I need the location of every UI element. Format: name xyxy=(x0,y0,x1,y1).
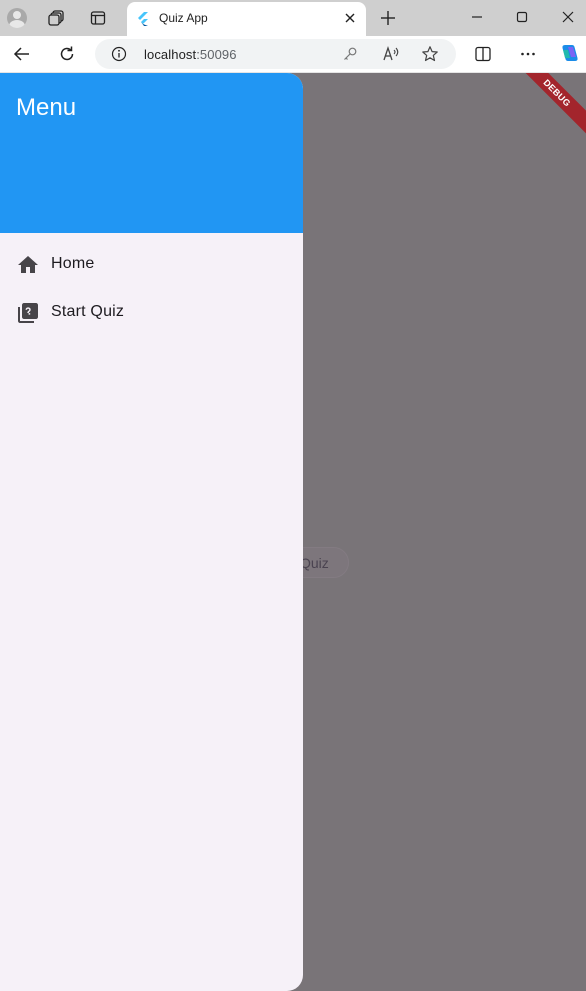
minimize-icon xyxy=(472,16,482,18)
new-tab-button[interactable] xyxy=(377,7,399,29)
drawer-item-label: Home xyxy=(51,255,95,272)
drawer-item-home[interactable]: Home xyxy=(0,241,303,289)
copilot-icon xyxy=(562,45,578,61)
browser-tab-bar: Quiz App xyxy=(0,0,586,36)
background-button-label: Quiz xyxy=(300,555,329,571)
home-icon xyxy=(16,253,40,277)
split-screen-button[interactable] xyxy=(472,43,494,65)
key-icon[interactable] xyxy=(342,46,358,67)
app-viewport: Quiz DEBUG Menu Home Start Quiz xyxy=(0,73,586,991)
workspaces-icon[interactable] xyxy=(46,7,68,29)
url-text[interactable]: localhost:50096 xyxy=(144,47,237,62)
close-icon xyxy=(562,11,574,23)
plus-icon xyxy=(381,11,395,25)
tab-actions-icon[interactable] xyxy=(87,7,109,29)
profile-avatar-icon[interactable] xyxy=(7,8,27,28)
debug-banner: DEBUG xyxy=(512,73,586,138)
drawer-header: Menu xyxy=(0,73,303,233)
drawer-title: Menu xyxy=(16,94,77,121)
browser-toolbar: localhost:50096 xyxy=(0,36,586,73)
flutter-icon xyxy=(136,11,150,32)
split-screen-icon xyxy=(475,46,491,62)
navigation-drawer: Menu Home Start Quiz xyxy=(0,73,303,991)
site-info-icon[interactable] xyxy=(111,46,127,67)
address-bar[interactable]: localhost:50096 xyxy=(95,39,456,69)
tab-title: Quiz App xyxy=(159,11,208,25)
browser-tab[interactable]: Quiz App xyxy=(127,2,366,36)
tab-close-icon[interactable] xyxy=(342,10,358,31)
maximize-button[interactable] xyxy=(511,6,533,28)
drawer-item-start-quiz[interactable]: Start Quiz xyxy=(0,289,303,337)
more-menu-button[interactable] xyxy=(517,43,539,65)
close-window-button[interactable] xyxy=(557,6,579,28)
maximize-icon xyxy=(516,11,528,23)
copilot-button[interactable] xyxy=(558,41,582,65)
back-button[interactable] xyxy=(11,43,33,65)
minimize-button[interactable] xyxy=(466,6,488,28)
star-icon[interactable] xyxy=(421,45,439,68)
quiz-icon xyxy=(16,301,40,325)
read-aloud-icon[interactable] xyxy=(382,45,400,68)
reload-button[interactable] xyxy=(56,43,78,65)
drawer-item-label: Start Quiz xyxy=(51,303,125,320)
arrow-left-icon xyxy=(13,47,29,61)
refresh-icon xyxy=(60,46,74,61)
more-dots-icon xyxy=(521,52,535,56)
